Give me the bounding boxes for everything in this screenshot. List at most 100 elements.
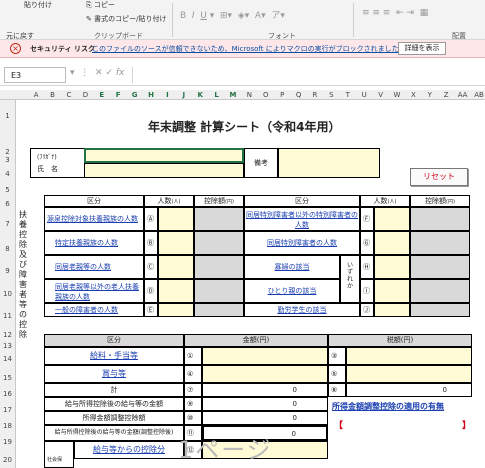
column-header[interactable]: T bbox=[340, 91, 356, 99]
row-header[interactable]: 4 bbox=[0, 170, 15, 178]
amt-mark: ⑤ bbox=[328, 365, 346, 383]
security-message-link[interactable]: このファイルのソースが信頼できないため、Microsoft によりマクロの実行が… bbox=[92, 44, 406, 54]
salary-amount-input[interactable] bbox=[202, 347, 328, 365]
column-header[interactable]: C bbox=[61, 91, 77, 99]
row-header[interactable]: 5 bbox=[0, 186, 15, 194]
row-header[interactable]: 1 bbox=[0, 112, 15, 120]
salary-tax-input[interactable] bbox=[346, 347, 472, 365]
dep-right-link[interactable]: 同居特別障害者の人数 bbox=[267, 239, 337, 247]
name-input[interactable] bbox=[84, 163, 244, 178]
dep-left-count-input[interactable] bbox=[158, 279, 194, 303]
column-header[interactable]: E bbox=[94, 91, 110, 99]
column-header[interactable]: X bbox=[405, 91, 421, 99]
row-header[interactable]: 8 bbox=[0, 245, 15, 253]
column-header[interactable]: N bbox=[241, 91, 257, 99]
paste-button[interactable]: 貼り付け bbox=[24, 0, 52, 10]
amt-row-link[interactable]: 賞与等 bbox=[102, 369, 126, 378]
column-header[interactable]: Y bbox=[422, 91, 438, 99]
bonus-tax-input[interactable] bbox=[346, 365, 472, 383]
column-header[interactable]: V bbox=[372, 91, 388, 99]
column-header[interactable]: S bbox=[323, 91, 339, 99]
column-header[interactable]: F bbox=[110, 91, 126, 99]
fx-icon[interactable]: fx bbox=[116, 68, 125, 78]
name-box[interactable]: E3 bbox=[4, 67, 66, 83]
column-header[interactable]: P bbox=[274, 91, 290, 99]
row-header[interactable]: 17 bbox=[0, 406, 15, 414]
dep-left-amount bbox=[194, 231, 244, 255]
dep-ninzu-header-right: 人数(人) bbox=[360, 195, 410, 207]
column-header[interactable]: J bbox=[176, 91, 192, 99]
row-header[interactable]: 2 bbox=[0, 148, 15, 156]
column-header[interactable]: U bbox=[356, 91, 372, 99]
amt-row-link[interactable]: 給与等からの控除分 bbox=[93, 445, 165, 454]
adjust-title[interactable]: 所得金額調整控除の適用の有無 bbox=[332, 401, 444, 412]
dep-right-count-input[interactable] bbox=[374, 207, 410, 231]
column-header[interactable]: AB bbox=[471, 91, 485, 99]
row-header[interactable]: 19 bbox=[0, 438, 15, 446]
column-header[interactable]: I bbox=[159, 91, 175, 99]
row-header[interactable]: 6 bbox=[0, 200, 15, 208]
dep-right-mark: Ⓕ bbox=[360, 207, 374, 231]
row-header[interactable]: 15 bbox=[0, 374, 15, 382]
dep-right-count-input[interactable] bbox=[374, 255, 410, 279]
align-buttons[interactable]: ≡ ≡ ≡ ⇤ ⇥ ▦ bbox=[362, 8, 428, 18]
dep-right-count-input[interactable] bbox=[374, 279, 410, 303]
dep-left-link[interactable]: 源泉控除対象扶養親族の人数 bbox=[47, 215, 138, 223]
dep-left-link[interactable]: 一般の障害者の人数 bbox=[55, 306, 118, 314]
amt-row-link[interactable]: 給料・手当等 bbox=[90, 351, 138, 360]
dep-right-count-input[interactable] bbox=[374, 303, 410, 317]
column-header[interactable]: Q bbox=[290, 91, 306, 99]
column-header[interactable]: Z bbox=[438, 91, 454, 99]
dep-right-link[interactable]: ひとり親の該当 bbox=[268, 287, 317, 295]
bonus-amount-input[interactable] bbox=[202, 365, 328, 383]
dep-left-count-input[interactable] bbox=[158, 231, 194, 255]
dep-right-link[interactable]: 寡婦の該当 bbox=[275, 263, 310, 271]
dropdown-icon[interactable]: ▾ bbox=[70, 68, 75, 78]
column-header[interactable]: AA bbox=[454, 91, 470, 99]
dep-right-count-input[interactable] bbox=[374, 231, 410, 255]
row-header[interactable]: 16 bbox=[0, 390, 15, 398]
dep-left-link[interactable]: 同居老親等の人数 bbox=[55, 263, 111, 271]
dep-left-link[interactable]: 特定扶養親族の人数 bbox=[55, 239, 118, 247]
column-header[interactable]: H bbox=[143, 91, 159, 99]
row-header[interactable]: 13 bbox=[0, 342, 15, 350]
formula-input[interactable] bbox=[132, 67, 482, 83]
dep-left-link[interactable]: 同居老親等以外の老人扶養親族の人数 bbox=[55, 283, 139, 301]
row-header[interactable]: 3 bbox=[0, 156, 15, 164]
confirm-icon[interactable]: ✓ bbox=[105, 68, 113, 78]
column-header[interactable]: K bbox=[192, 91, 208, 99]
reset-button[interactable]: リセット bbox=[410, 168, 468, 186]
dep-left-count-input[interactable] bbox=[158, 255, 194, 279]
amt-row-label: 給与等からの控除分 bbox=[74, 441, 184, 459]
column-header[interactable]: B bbox=[44, 91, 60, 99]
dep-left-count-input[interactable] bbox=[158, 207, 194, 231]
row-header[interactable]: 18 bbox=[0, 422, 15, 430]
row-header[interactable]: 7 bbox=[0, 220, 15, 228]
dep-right-link[interactable]: 勤労学生の該当 bbox=[278, 306, 327, 314]
row-header[interactable]: 9 bbox=[0, 267, 15, 275]
column-header[interactable]: G bbox=[126, 91, 142, 99]
furigana-input[interactable] bbox=[84, 148, 244, 163]
dep-left-count-input[interactable] bbox=[158, 303, 194, 317]
column-header[interactable]: D bbox=[77, 91, 93, 99]
column-header[interactable]: L bbox=[208, 91, 224, 99]
show-details-button[interactable]: 詳細を表示 bbox=[398, 42, 446, 55]
format-painter-button[interactable]: ✎ 書式のコピー/貼り付け bbox=[86, 14, 166, 24]
dep-left-row-label: 源泉控除対象扶養親族の人数 bbox=[44, 207, 144, 231]
dep-right-link[interactable]: 同居特別障害者以外の特別障害者の人数 bbox=[246, 211, 358, 229]
row-header[interactable]: 11 bbox=[0, 312, 15, 320]
copy-button[interactable]: ⎘ コピー bbox=[86, 0, 115, 10]
column-header[interactable]: A bbox=[28, 91, 44, 99]
row-header[interactable]: 20 bbox=[0, 456, 15, 464]
column-header[interactable]: R bbox=[307, 91, 323, 99]
column-headers: A B C D E F G H I J K L M N O P Q R S T U V W X Y Z AA AB bbox=[0, 90, 485, 100]
remarks-input[interactable] bbox=[278, 148, 380, 178]
column-header[interactable]: O bbox=[258, 91, 274, 99]
column-header[interactable]: M bbox=[225, 91, 241, 99]
row-header[interactable]: 12 bbox=[0, 331, 15, 339]
font-style-buttons[interactable]: B I U ▾ ⊞▾ ◈▾ A▾ ア▾ bbox=[180, 8, 285, 21]
row-header[interactable]: 10 bbox=[0, 290, 15, 298]
cancel-icon[interactable]: ✕ bbox=[95, 68, 103, 78]
row-header[interactable]: 14 bbox=[0, 355, 15, 363]
column-header[interactable]: W bbox=[389, 91, 405, 99]
